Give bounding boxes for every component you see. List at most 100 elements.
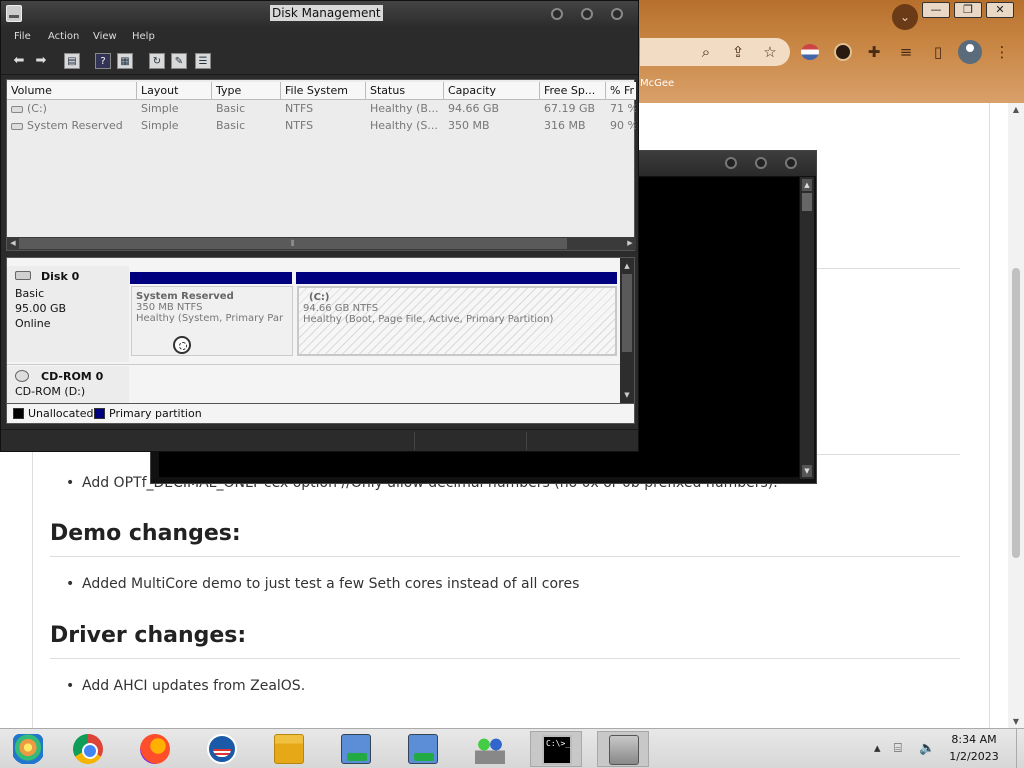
window-titlebar[interactable]: Disk Management xyxy=(1,1,638,27)
close-button[interactable] xyxy=(785,157,797,169)
extension-avatar-icon[interactable] xyxy=(834,43,852,61)
column-header-percent-free[interactable]: % Fr xyxy=(606,82,636,100)
partition-c-drive[interactable]: (C:) 94.66 GB NTFS Healthy (Boot, Page F… xyxy=(297,286,617,356)
show-hide-console-tree-icon[interactable]: ▤ xyxy=(64,53,80,69)
divider xyxy=(50,556,960,557)
volume-name: System Reserved xyxy=(27,119,123,132)
page-scrollbar[interactable]: ▲ ▼ xyxy=(1008,103,1024,728)
partition-size: 94.66 GB NTFS xyxy=(303,303,379,314)
taskbar-chrome[interactable] xyxy=(62,731,114,767)
menu-view[interactable]: View xyxy=(93,31,117,42)
taskbar-people-app[interactable] xyxy=(464,731,516,767)
horizontal-scrollbar[interactable]: ◀ ⦀ ▶ xyxy=(7,237,636,250)
hard-disk-icon xyxy=(15,271,31,280)
column-header-layout[interactable]: Layout xyxy=(137,82,212,100)
layout-cell: Simple xyxy=(141,102,179,115)
menu-file[interactable]: File xyxy=(14,31,31,42)
export-list-icon[interactable]: ✎ xyxy=(171,53,187,69)
scrollbar-thumb[interactable] xyxy=(622,274,632,352)
profile-avatar-icon[interactable] xyxy=(958,40,982,64)
scroll-down-arrow-icon[interactable]: ▼ xyxy=(622,389,632,401)
share-icon[interactable]: ⇪ xyxy=(728,42,748,62)
show-desktop-button[interactable] xyxy=(1016,729,1024,768)
volume-icon[interactable]: 🔈 xyxy=(919,741,935,756)
side-panel-icon[interactable]: ▯ xyxy=(928,42,948,62)
firefox-icon xyxy=(140,734,170,764)
disk-type: Basic xyxy=(15,287,45,300)
menu-help[interactable]: Help xyxy=(132,31,155,42)
search-icon[interactable]: ⌕ xyxy=(696,42,716,62)
command-prompt-icon: C:\>_ xyxy=(542,735,572,765)
partition-system-reserved[interactable]: System Reserved 350 MB NTFS Healthy (Sys… xyxy=(131,286,293,356)
properties-icon[interactable]: ☰ xyxy=(195,53,211,69)
scrollbar-thumb[interactable] xyxy=(802,193,812,211)
legend-label: Primary partition xyxy=(109,407,202,420)
close-button[interactable]: ✕ xyxy=(986,2,1014,18)
column-header-free-space[interactable]: Free Sp... xyxy=(540,82,606,100)
legend: Unallocated Primary partition xyxy=(6,404,635,424)
table-row[interactable]: (C:) Simple Basic NTFS Healthy (B... 94.… xyxy=(7,100,636,117)
scroll-up-arrow-icon[interactable]: ▲ xyxy=(1011,105,1021,114)
maximize-button[interactable] xyxy=(581,8,593,20)
flag-extension-icon[interactable] xyxy=(801,44,819,60)
extensions-puzzle-icon[interactable]: ✚ xyxy=(864,42,884,62)
scrollbar-grip-icon: ⦀ xyxy=(291,239,295,248)
taskbar-disk-management[interactable] xyxy=(597,731,649,767)
forward-arrow-icon[interactable]: ➡ xyxy=(33,53,49,69)
help-icon[interactable]: ? xyxy=(95,53,111,69)
tab-search-chevron-icon[interactable]: ⌄ xyxy=(892,4,918,30)
minimize-button[interactable] xyxy=(551,8,563,20)
back-arrow-icon[interactable]: ⬅ xyxy=(11,53,27,69)
taskbar-firefox[interactable] xyxy=(129,731,181,767)
clock-time[interactable]: 8:34 AM xyxy=(944,733,1004,746)
reading-list-icon[interactable]: ≡ xyxy=(896,42,916,62)
vertical-scrollbar[interactable]: ▲ ▼ xyxy=(620,258,634,403)
clock-date[interactable]: 1/2/2023 xyxy=(944,750,1004,763)
table-row[interactable]: System Reserved Simple Basic NTFS Health… xyxy=(7,117,636,134)
capacity-cell: 94.66 GB xyxy=(448,102,500,115)
taskbar-network-app[interactable] xyxy=(330,731,382,767)
column-header-status[interactable]: Status xyxy=(366,82,444,100)
refresh-icon[interactable]: ↻ xyxy=(149,53,165,69)
menu-action[interactable]: Action xyxy=(48,31,79,42)
scroll-down-arrow-icon[interactable]: ▼ xyxy=(1011,717,1021,726)
column-header-volume[interactable]: Volume xyxy=(7,82,137,100)
scroll-left-arrow-icon[interactable]: ◀ xyxy=(7,237,19,250)
divider xyxy=(816,268,960,269)
scroll-right-arrow-icon[interactable]: ▶ xyxy=(624,237,636,250)
scroll-up-arrow-icon[interactable]: ▲ xyxy=(622,260,632,272)
taskbar-command-prompt[interactable]: C:\>_ xyxy=(530,731,582,767)
terminal-scrollbar[interactable]: ▲ ▼ xyxy=(800,177,814,479)
scroll-down-arrow-icon[interactable]: ▼ xyxy=(802,465,812,477)
maximize-button[interactable] xyxy=(755,157,767,169)
bookmark-star-icon[interactable]: ☆ xyxy=(760,42,780,62)
menu-kebab-icon[interactable]: ⋮ xyxy=(992,42,1012,62)
chrome-icon xyxy=(73,734,103,764)
volume-list[interactable]: Volume Layout Type File System Status Ca… xyxy=(6,79,636,251)
taskbar-app[interactable] xyxy=(196,731,248,767)
network-icon[interactable]: ⌸ xyxy=(894,741,902,756)
scrollbar-thumb[interactable] xyxy=(1012,268,1020,558)
close-button[interactable] xyxy=(611,8,623,20)
properties-pane-icon[interactable]: ▦ xyxy=(117,53,133,69)
minimize-button[interactable]: — xyxy=(922,2,950,18)
disk-state: Online xyxy=(15,317,51,330)
restore-button[interactable]: ❐ xyxy=(954,2,982,18)
bookmark-item[interactable]: McGee xyxy=(640,78,674,89)
scroll-up-arrow-icon[interactable]: ▲ xyxy=(802,179,812,191)
column-header-type[interactable]: Type xyxy=(212,82,281,100)
menu-bar: File Action View Help xyxy=(1,27,638,49)
start-button[interactable] xyxy=(2,731,54,767)
disk-0-label[interactable]: Disk 0 Basic 95.00 GB Online xyxy=(7,266,129,362)
minimize-button[interactable] xyxy=(725,157,737,169)
show-hidden-icons-chevron-icon[interactable]: ▴ xyxy=(874,741,881,756)
disk-graphical-view[interactable]: Disk 0 Basic 95.00 GB Online System Rese… xyxy=(6,257,635,404)
disk-management-window[interactable]: Disk Management File Action View Help ⬅ … xyxy=(0,0,639,452)
cdrom-0-label[interactable]: CD-ROM 0 CD-ROM (D:) xyxy=(7,366,129,403)
column-header-file-system[interactable]: File System xyxy=(281,82,366,100)
taskbar-network-app[interactable] xyxy=(397,731,449,767)
taskbar-file-explorer[interactable] xyxy=(263,731,315,767)
campaign-logo-icon xyxy=(207,734,237,764)
column-header-capacity[interactable]: Capacity xyxy=(444,82,540,100)
capacity-cell: 350 MB xyxy=(448,119,490,132)
